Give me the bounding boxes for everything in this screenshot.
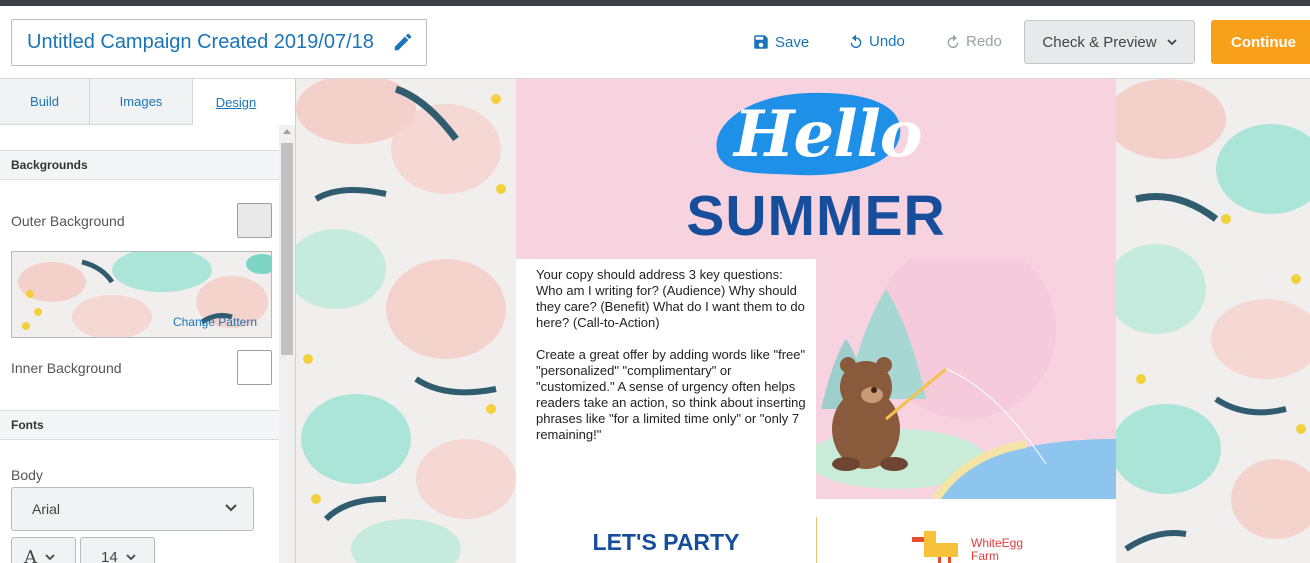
body-font-label: Body — [11, 467, 43, 483]
change-pattern-link[interactable]: Change Pattern — [173, 315, 257, 329]
outer-background-label: Outer Background — [11, 213, 125, 229]
copy-paragraph-1[interactable]: Your copy should address 3 key questions… — [536, 267, 806, 331]
save-icon — [754, 35, 768, 49]
fonts-section-header: Fonts — [0, 410, 279, 440]
inner-background-swatch[interactable] — [237, 350, 272, 385]
duck-logo-icon — [912, 531, 958, 563]
undo-label: Undo — [869, 33, 905, 50]
scroll-thumb[interactable] — [281, 143, 293, 355]
body-font-value: Arial — [32, 501, 61, 517]
campaign-title-field[interactable]: Untitled Campaign Created 2019/07/18 — [11, 19, 427, 66]
chevron-down-icon — [225, 504, 237, 512]
sidebar-scrollbar[interactable] — [279, 125, 295, 563]
continue-button[interactable]: Continue — [1211, 20, 1310, 64]
lower-section[interactable]: LET'S PARTY WhiteEgg Farm — [516, 499, 1116, 563]
redo-button[interactable]: Redo — [945, 33, 1002, 50]
outer-background-swatch[interactable] — [237, 203, 272, 238]
font-style-glyph: A — [24, 546, 37, 563]
body-font-select[interactable]: Arial — [11, 487, 254, 531]
body-copy-block[interactable]: Your copy should address 3 key questions… — [516, 259, 816, 499]
redo-icon — [947, 34, 959, 48]
backgrounds-section-header: Backgrounds — [0, 150, 279, 180]
check-preview-label: Check & Preview — [1042, 33, 1157, 51]
continue-label: Continue — [1231, 33, 1296, 51]
undo-button[interactable]: Undo — [848, 33, 905, 50]
redo-label: Redo — [966, 33, 1002, 50]
save-button[interactable]: Save — [752, 33, 809, 51]
column-divider — [816, 517, 817, 563]
chevron-down-icon — [45, 553, 55, 560]
font-size-value: 14 — [101, 548, 118, 563]
editor-header: Untitled Campaign Created 2019/07/18 Sav… — [0, 6, 1310, 79]
copy-paragraph-2[interactable]: Create a great offer by adding words lik… — [536, 347, 806, 443]
scroll-up-arrow-icon[interactable] — [283, 129, 291, 134]
pencil-icon[interactable] — [392, 31, 414, 53]
font-size-select[interactable]: 14 — [80, 537, 155, 563]
save-label: Save — [775, 33, 810, 51]
inner-background-label: Inner Background — [11, 360, 122, 376]
design-sidebar: Build Images Design Backgrounds Outer Ba… — [0, 79, 296, 563]
bear-fishing-illustration — [816, 259, 1116, 499]
summer-heading[interactable]: SUMMER — [516, 183, 1116, 249]
lets-party-heading[interactable]: LET'S PARTY — [516, 529, 816, 556]
tab-design[interactable]: Design — [193, 79, 279, 125]
tab-images[interactable]: Images — [90, 79, 193, 125]
hero-section[interactable]: Hello SUMMER Your copy should address 3 … — [516, 79, 1116, 499]
undo-icon — [850, 34, 862, 48]
sidebar-tabs: Build Images Design — [0, 79, 279, 125]
tab-build[interactable]: Build — [0, 79, 90, 125]
chevron-down-icon — [126, 553, 136, 560]
email-body[interactable]: Hello SUMMER Your copy should address 3 … — [516, 79, 1116, 563]
logo-line-2: Farm — [971, 549, 999, 563]
check-preview-button[interactable]: Check & Preview — [1024, 20, 1195, 64]
background-pattern-preview[interactable]: Change Pattern — [11, 251, 272, 338]
chevron-down-icon — [1166, 38, 1177, 45]
hello-heading[interactable]: Hello — [734, 97, 922, 172]
email-canvas[interactable]: Hello SUMMER Your copy should address 3 … — [296, 79, 1310, 563]
font-style-select[interactable]: A — [11, 537, 76, 563]
logo-brand-text: WhiteEgg Farm — [971, 537, 1031, 563]
campaign-title-text[interactable]: Untitled Campaign Created 2019/07/18 — [27, 31, 383, 54]
